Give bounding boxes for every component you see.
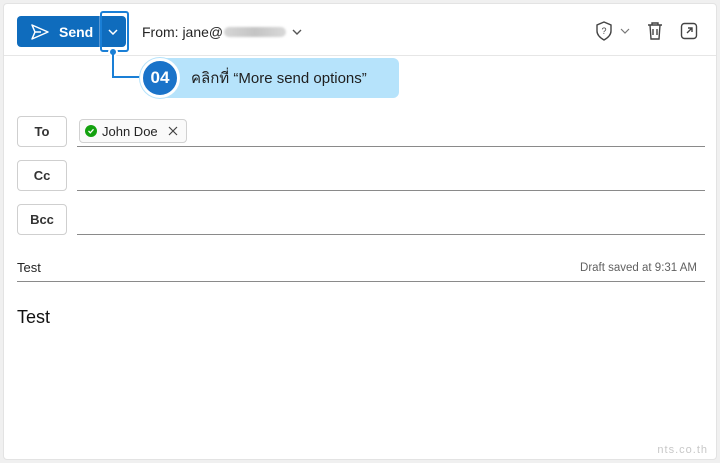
draft-status: Draft saved at 9:31 AM [580, 262, 697, 274]
bcc-row: Bcc [17, 204, 705, 238]
sensitivity-button[interactable]: ? [594, 20, 632, 42]
delete-button[interactable] [644, 20, 666, 42]
svg-text:?: ? [601, 26, 606, 36]
recipient-name: John Doe [102, 123, 158, 139]
callout-text: คลิกที่ “More send options” [191, 70, 367, 87]
recipient-chip[interactable]: John Doe [79, 119, 187, 143]
pop-out-icon [680, 22, 698, 40]
remove-recipient-icon[interactable] [168, 126, 178, 136]
subject-field[interactable]: Test Draft saved at 9:31 AM [17, 256, 705, 282]
step-number-badge: 04 [140, 58, 180, 98]
watermark: nts.co.th [657, 444, 708, 456]
cc-field[interactable] [77, 160, 705, 191]
message-body[interactable]: Test [17, 307, 50, 328]
chevron-down-icon [620, 28, 630, 34]
blurred-email [224, 27, 287, 37]
cc-row: Cc [17, 160, 705, 194]
send-icon [31, 23, 49, 40]
cc-button[interactable]: Cc [17, 160, 67, 191]
compose-window: Send From: jane@ ? คลิกที่ “More send op… [3, 3, 717, 460]
subject-value: Test [17, 260, 41, 275]
send-button[interactable]: Send [17, 16, 99, 47]
highlight-box [100, 11, 129, 52]
from-label: From: jane@ [142, 24, 224, 40]
send-button-label: Send [59, 23, 94, 40]
chevron-down-icon [292, 29, 302, 35]
trash-icon [648, 22, 662, 40]
toolbar-right-actions: ? [594, 20, 700, 42]
pop-out-button[interactable] [678, 20, 700, 42]
shield-question-icon: ? [596, 21, 612, 41]
from-selector[interactable]: From: jane@ [142, 24, 304, 40]
callout-connector [112, 52, 114, 78]
to-field[interactable]: John Doe [77, 116, 705, 147]
to-button[interactable]: To [17, 116, 67, 147]
to-row: To John Doe [17, 116, 705, 150]
bcc-button[interactable]: Bcc [17, 204, 67, 235]
bcc-field[interactable] [77, 204, 705, 235]
check-circle-icon [85, 125, 97, 137]
callout-bubble: คลิกที่ “More send options” [161, 58, 399, 98]
